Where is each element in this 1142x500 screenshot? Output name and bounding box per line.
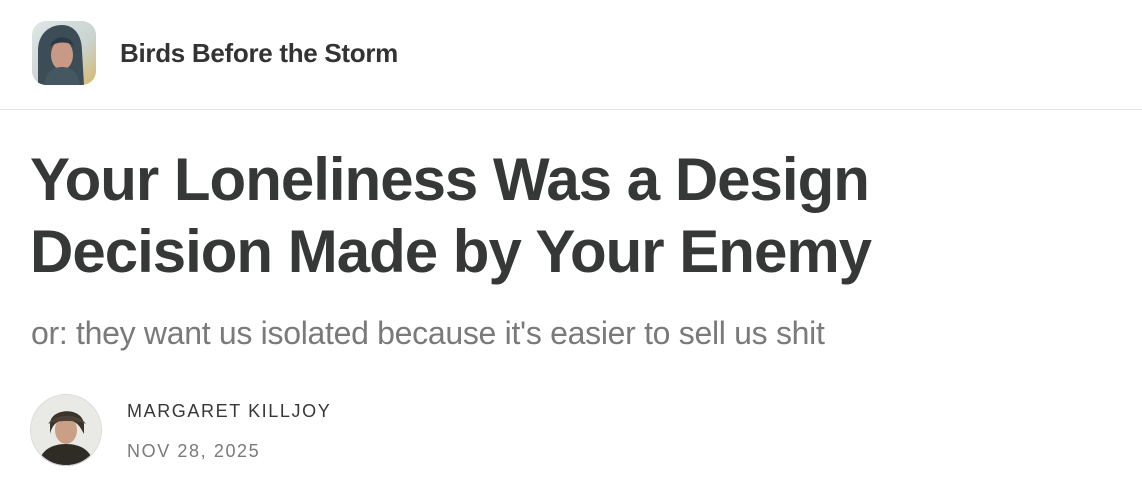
publication-header: Birds Before the Storm bbox=[0, 0, 1142, 110]
publication-logo[interactable] bbox=[32, 21, 96, 85]
post-subtitle: or: they want us isolated because it's e… bbox=[31, 315, 825, 351]
publication-logo-image bbox=[32, 21, 96, 85]
post-date: NOV 28, 2025 bbox=[127, 441, 261, 461]
author-name[interactable]: MARGARET KILLJOY bbox=[127, 400, 331, 422]
author-avatar[interactable] bbox=[30, 394, 102, 466]
author-avatar-image bbox=[30, 394, 102, 466]
publication-name[interactable]: Birds Before the Storm bbox=[120, 38, 398, 69]
post-title: Your Loneliness Was a Design Decision Ma… bbox=[30, 146, 872, 285]
